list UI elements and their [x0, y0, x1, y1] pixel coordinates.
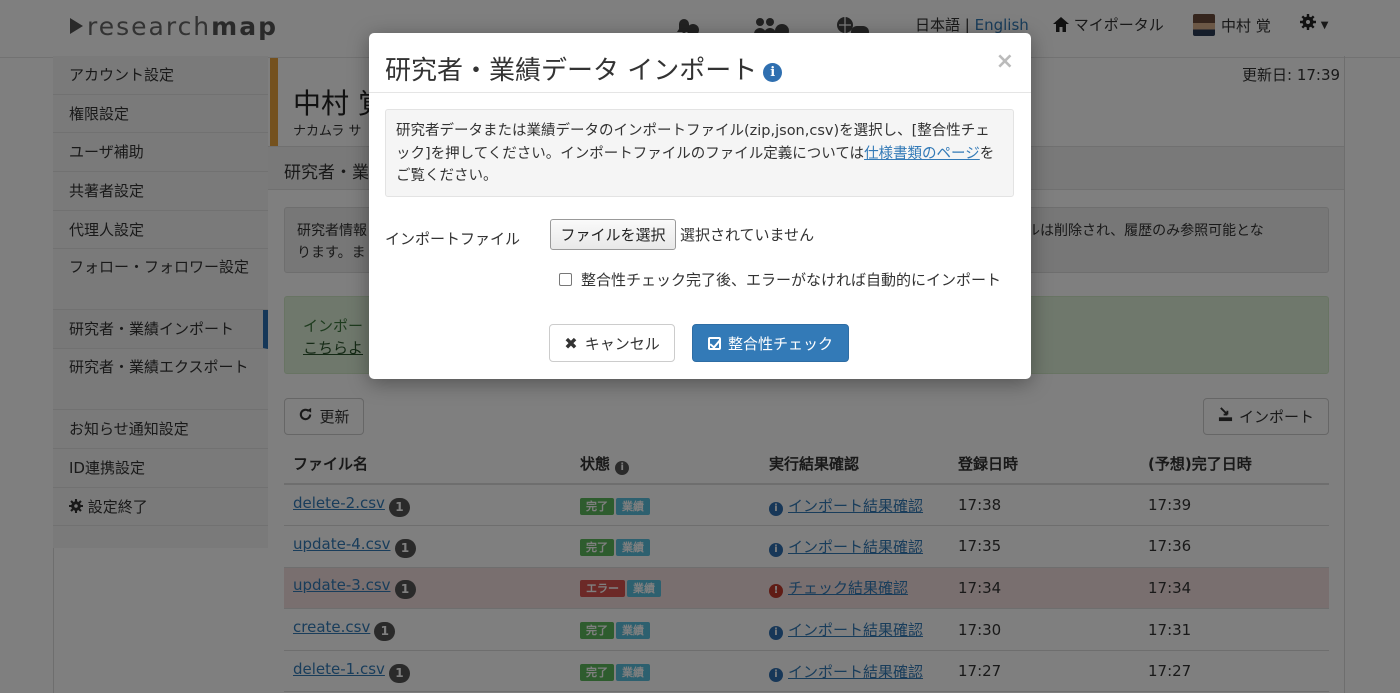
modal-header: 研究者・業績データ インポート i × [369, 33, 1031, 93]
import-file-label: インポートファイル [385, 230, 521, 248]
file-status-text: 選択されていません [680, 226, 815, 244]
import-modal: 研究者・業績データ インポート i × 研究者データまたは業績データのインポートフ… [369, 33, 1031, 379]
file-select-button[interactable]: ファイルを選択 [550, 219, 676, 250]
auto-import-checkbox[interactable] [559, 273, 572, 286]
consistency-check-button[interactable]: 整合性チェック [692, 324, 849, 362]
info-icon[interactable]: i [763, 63, 783, 82]
cancel-button[interactable]: ✖ キャンセル [549, 324, 675, 362]
close-icon[interactable]: × [996, 49, 1014, 74]
modal-description: 研究者データまたは業績データのインポートファイル(zip,json,csv)を選… [385, 109, 1014, 197]
close-icon: ✖ [564, 333, 578, 353]
check-square-icon [707, 336, 721, 350]
auto-import-option[interactable]: 整合性チェック完了後、エラーがなければ自動的にインポート [559, 269, 1001, 290]
modal-title: 研究者・業績データ インポート i [385, 50, 783, 87]
spec-docs-link[interactable]: 仕様書類のページ [864, 146, 980, 162]
